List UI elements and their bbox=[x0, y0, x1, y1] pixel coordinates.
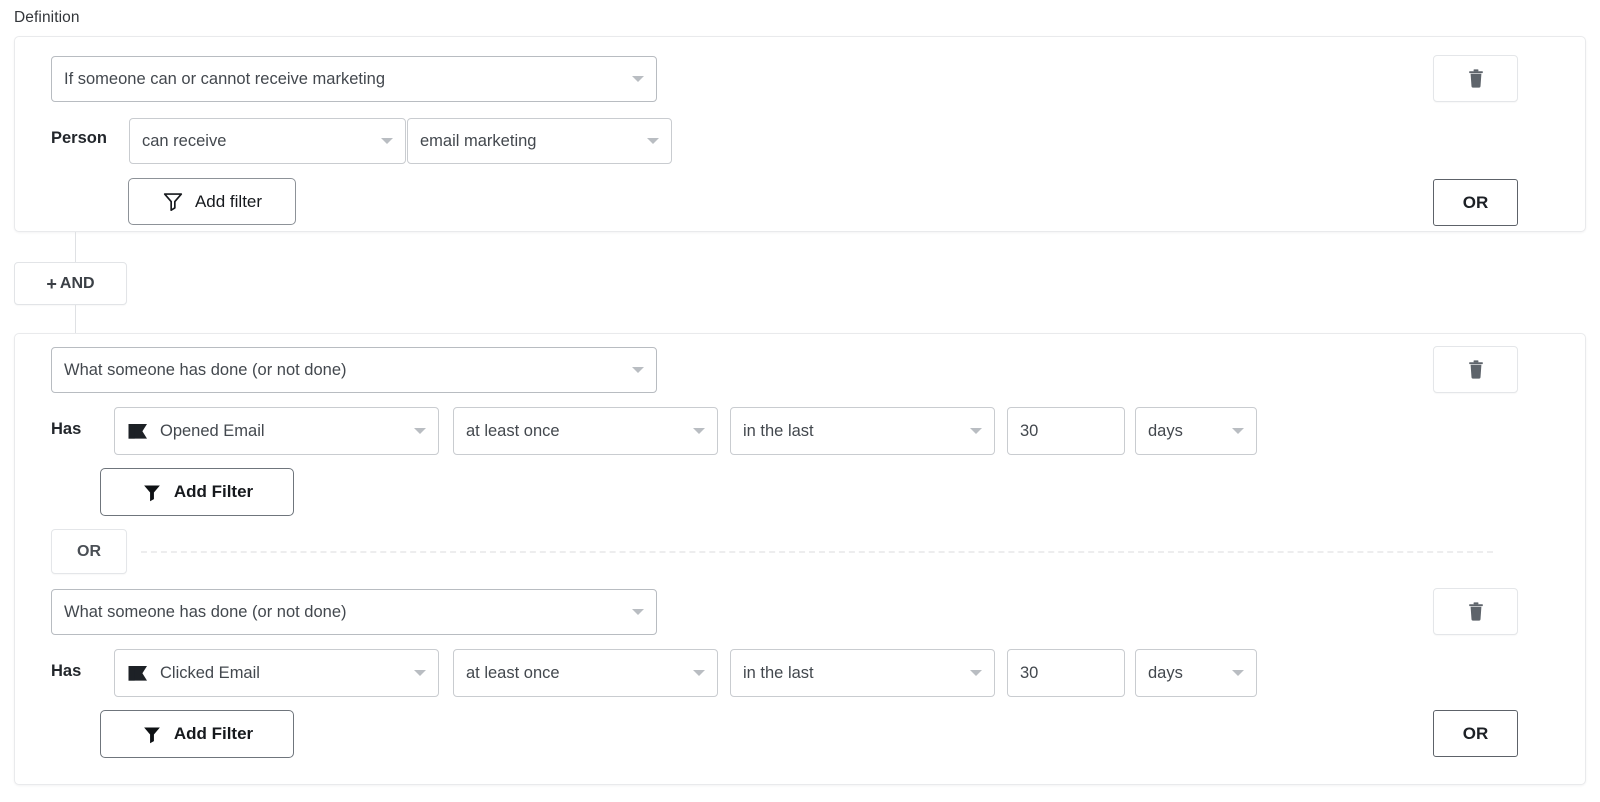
group-2-block-1-delete-button[interactable] bbox=[1433, 346, 1518, 393]
add-and-label: AND bbox=[60, 275, 95, 293]
group-1-delete-button[interactable] bbox=[1433, 55, 1518, 102]
group-2-block-2-event-select[interactable]: Clicked Email bbox=[114, 649, 439, 697]
chevron-down-icon bbox=[381, 138, 393, 144]
condition-group-1: If someone can or cannot receive marketi… bbox=[14, 36, 1586, 232]
group-1-condition-select[interactable]: can receive bbox=[129, 118, 406, 164]
connector-line-bottom bbox=[75, 305, 76, 333]
group-1-add-filter-button[interactable]: Add filter bbox=[128, 178, 296, 225]
trash-icon bbox=[1468, 602, 1484, 621]
group-2-block-2-add-filter-button[interactable]: Add Filter bbox=[100, 710, 294, 758]
chevron-down-icon bbox=[970, 428, 982, 434]
group-2-block-1-add-filter-button[interactable]: Add Filter bbox=[100, 468, 294, 516]
group-2-block-2-delete-button[interactable] bbox=[1433, 588, 1518, 635]
group-2-block-1-row-label: Has bbox=[51, 420, 81, 439]
trash-icon bbox=[1468, 69, 1484, 88]
group-2-or-divider-line bbox=[141, 551, 1493, 553]
group-2-block-1-unit-select[interactable]: days bbox=[1135, 407, 1257, 455]
add-and-button[interactable]: + AND bbox=[14, 262, 127, 305]
chevron-down-icon bbox=[647, 138, 659, 144]
chevron-down-icon bbox=[1232, 428, 1244, 434]
group-2-or-button[interactable]: OR bbox=[1433, 710, 1518, 757]
group-2-block-2-frequency-select[interactable]: at least once bbox=[453, 649, 718, 697]
connector-line-top bbox=[75, 232, 76, 262]
group-2-block-1-frequency-select[interactable]: at least once bbox=[453, 407, 718, 455]
plus-icon: + bbox=[46, 275, 57, 293]
group-2-block-1-event-select[interactable]: Opened Email bbox=[114, 407, 439, 455]
chevron-down-icon bbox=[693, 428, 705, 434]
group-1-type-select[interactable]: If someone can or cannot receive marketi… bbox=[51, 56, 657, 102]
chevron-down-icon bbox=[414, 428, 426, 434]
group-2-block-2-amount-input[interactable]: 30 bbox=[1007, 649, 1125, 697]
trash-icon bbox=[1468, 360, 1484, 379]
chevron-down-icon bbox=[632, 367, 644, 373]
chevron-down-icon bbox=[632, 76, 644, 82]
group-2-block-2-row-label: Has bbox=[51, 662, 81, 681]
condition-group-2: What someone has done (or not done) Has … bbox=[14, 333, 1586, 785]
chevron-down-icon bbox=[970, 670, 982, 676]
funnel-icon bbox=[141, 482, 163, 503]
flag-icon bbox=[127, 423, 149, 440]
group-2-block-2-type-select[interactable]: What someone has done (or not done) bbox=[51, 589, 657, 635]
chevron-down-icon bbox=[632, 609, 644, 615]
group-2-block-1-amount-input[interactable]: 30 bbox=[1007, 407, 1125, 455]
segment-definition-builder: Definition If someone can or cannot rece… bbox=[0, 0, 1600, 802]
chevron-down-icon bbox=[693, 670, 705, 676]
page-title: Definition bbox=[14, 9, 80, 27]
group-2-or-divider-button[interactable]: OR bbox=[51, 529, 127, 574]
group-1-channel-select[interactable]: email marketing bbox=[407, 118, 672, 164]
chevron-down-icon bbox=[414, 670, 426, 676]
group-1-row-label: Person bbox=[51, 129, 107, 148]
funnel-icon bbox=[162, 191, 184, 212]
funnel-icon bbox=[141, 724, 163, 745]
flag-icon bbox=[127, 665, 149, 682]
group-1-or-button[interactable]: OR bbox=[1433, 179, 1518, 226]
group-2-block-1-type-select[interactable]: What someone has done (or not done) bbox=[51, 347, 657, 393]
group-2-block-2-unit-select[interactable]: days bbox=[1135, 649, 1257, 697]
group-2-block-2-timeframe-select[interactable]: in the last bbox=[730, 649, 995, 697]
group-2-block-1-timeframe-select[interactable]: in the last bbox=[730, 407, 995, 455]
chevron-down-icon bbox=[1232, 670, 1244, 676]
